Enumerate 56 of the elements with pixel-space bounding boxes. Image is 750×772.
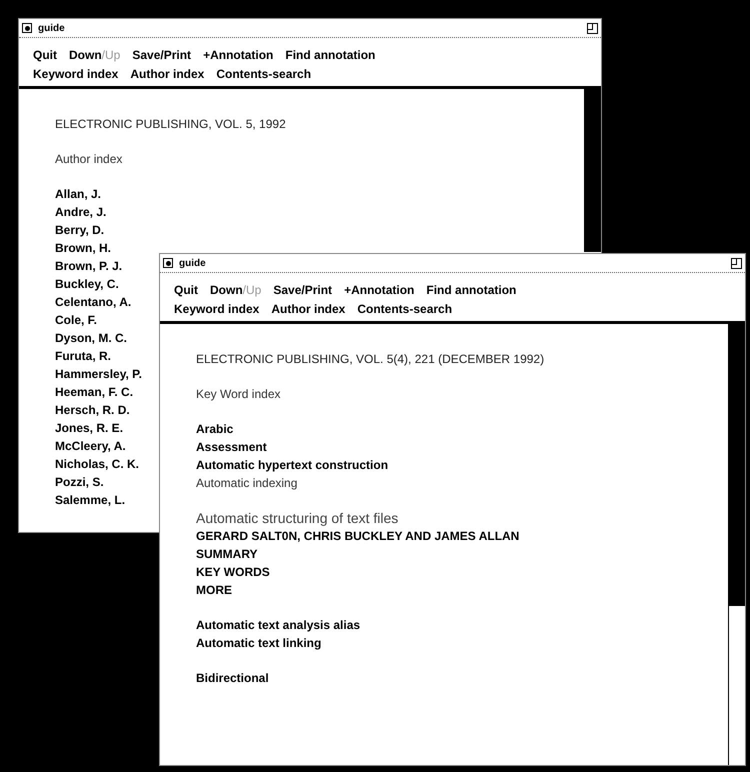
menu-command[interactable]: Find annotation	[285, 46, 376, 64]
index-entry-link[interactable]: Berry, D.	[55, 221, 104, 239]
index-entry-link[interactable]: Pozzi, S.	[55, 473, 104, 491]
index-entry-link[interactable]: Automatic text linking	[196, 634, 322, 652]
index-entry-link[interactable]: Celentano, A.	[55, 293, 132, 311]
menu-command[interactable]: Find annotation	[426, 280, 516, 298]
index-entry-link[interactable]: Automatic hypertext construction	[196, 456, 388, 474]
article-title: Automatic structuring of text files	[196, 508, 398, 528]
window-title: guide	[179, 256, 206, 270]
close-box-icon[interactable]	[22, 23, 32, 33]
section-link[interactable]: GERARD SALT0N, CHRIS BUCKLEY AND JAMES ALLAN	[196, 527, 520, 545]
zoom-box-icon[interactable]	[731, 258, 742, 268]
index-entry-link[interactable]: Hersch, R. D.	[55, 401, 130, 419]
section-link[interactable]: MORE	[196, 581, 232, 599]
menu-command[interactable]: Author index	[271, 300, 346, 318]
index-entry-link[interactable]: Brown, P. J.	[55, 257, 122, 275]
close-box-icon[interactable]	[163, 258, 173, 268]
menu-command[interactable]: Quit	[33, 46, 57, 64]
journal-heading: ELECTRONIC PUBLISHING, VOL. 5(4), 221 (DECEMBER 1992)	[196, 351, 544, 368]
menu-command[interactable]: Save/Print	[273, 280, 332, 298]
index-entry-link[interactable]: Buckley, C.	[55, 275, 119, 293]
index-title: Key Word index	[196, 386, 280, 403]
index-entry-link[interactable]: McCleery, A.	[55, 437, 126, 455]
index-entry-link[interactable]: Bidirectional	[196, 669, 269, 687]
menu-command[interactable]: Quit	[174, 280, 198, 298]
journal-heading: ELECTRONIC PUBLISHING, VOL. 5, 1992	[55, 116, 286, 133]
menu-command[interactable]: Contents-search	[357, 300, 452, 318]
section-link[interactable]: SUMMARY	[196, 545, 258, 563]
index-entry-link[interactable]: Jones, R. E.	[55, 419, 124, 437]
scrollbar[interactable]	[728, 324, 745, 765]
index-title: Automatic indexing	[196, 475, 298, 492]
menu-command[interactable]: Keyword index	[174, 300, 260, 318]
index-entry-link[interactable]: Salemme, L.	[55, 491, 126, 509]
window-title: guide	[38, 22, 65, 36]
index-entry-link[interactable]: Furuta, R.	[55, 347, 111, 365]
menu-command[interactable]: +Annotation	[203, 46, 274, 64]
index-entry-link[interactable]: Arabic	[196, 420, 234, 438]
index-entry-link[interactable]: Allan, J.	[55, 185, 102, 203]
zoom-box-icon[interactable]	[587, 22, 598, 34]
index-entry-link[interactable]: Brown, H.	[55, 239, 111, 257]
menu-command[interactable]: Keyword index	[33, 64, 118, 82]
menu-command[interactable]: Contents-search	[216, 64, 312, 82]
index-entry-link[interactable]: Heeman, F. C.	[55, 383, 134, 401]
section-link[interactable]: KEY WORDS	[196, 563, 270, 581]
index-title: Author index	[55, 151, 122, 168]
index-entry-link[interactable]: Assessment	[196, 438, 267, 456]
index-entry-link[interactable]: Andre, J.	[55, 203, 106, 221]
scrollbar-thumb[interactable]	[729, 324, 745, 606]
index-entry-link[interactable]: Hammersley, P.	[55, 365, 142, 383]
menu-command[interactable]: +Annotation	[344, 280, 414, 298]
menu-command[interactable]: Save/Print	[132, 46, 192, 64]
index-entry-link[interactable]: Nicholas, C. K.	[55, 455, 140, 473]
index-entry-link[interactable]: Automatic text analysis alias	[196, 616, 360, 634]
index-entry-link[interactable]: Dyson, M. C.	[55, 329, 128, 347]
index-entry-link[interactable]: Cole, F.	[55, 311, 98, 329]
menu-command[interactable]: Author index	[130, 64, 204, 82]
